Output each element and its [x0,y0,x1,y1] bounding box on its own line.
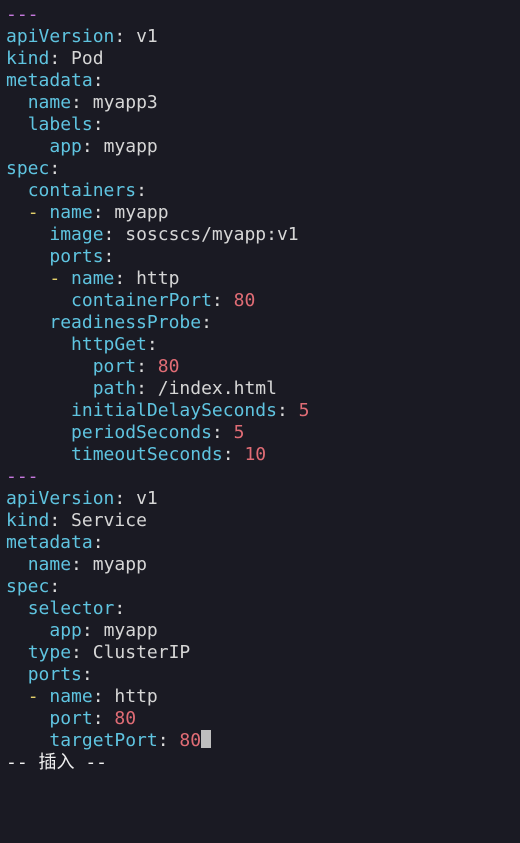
yaml-value: soscscs/myapp:v1 [125,224,298,245]
yaml-value: myapp [104,136,158,157]
yaml-key: path [93,378,136,399]
yaml-key: port [49,708,92,729]
yaml-value: myapp [114,202,168,223]
yaml-value: 80 [179,730,201,751]
yaml-key: metadata [6,70,93,91]
yaml-key: type [28,642,71,663]
yaml-key: name [28,92,71,113]
yaml-key: labels [28,114,93,135]
yaml-key: app [49,620,82,641]
yaml-value: 10 [244,444,266,465]
yaml-key: containers [28,180,136,201]
yaml-key: apiVersion [6,488,114,509]
yaml-value: myapp [93,554,147,575]
yaml-value: /index.html [158,378,277,399]
yaml-value: http [136,268,179,289]
yaml-key: periodSeconds [71,422,212,443]
dash-icon: - [28,686,39,707]
vim-status-line: -- 插入 -- [6,752,107,773]
cursor-icon [201,730,211,748]
editor-buffer[interactable]: --- apiVersion: v1 kind: Pod metadata: n… [0,0,520,778]
yaml-value: myapp3 [93,92,158,113]
yaml-key: name [71,268,114,289]
yaml-key: ports [49,246,103,267]
yaml-value: Pod [71,48,104,69]
yaml-value: http [114,686,157,707]
yaml-key: name [49,686,92,707]
yaml-value: ClusterIP [93,642,191,663]
yaml-key: selector [28,598,115,619]
yaml-key: app [49,136,82,157]
yaml-value: 5 [299,400,310,421]
yaml-key: timeoutSeconds [71,444,223,465]
yaml-key: image [49,224,103,245]
yaml-key: initialDelaySeconds [71,400,277,421]
yaml-key: kind [6,48,49,69]
yaml-value: v1 [136,488,158,509]
yaml-key: apiVersion [6,26,114,47]
yaml-key: kind [6,510,49,531]
doc-separator: --- [6,4,39,25]
yaml-value: Service [71,510,147,531]
dash-icon: - [28,202,39,223]
yaml-value: myapp [104,620,158,641]
yaml-key: name [49,202,92,223]
yaml-value: 80 [158,356,180,377]
yaml-key: port [93,356,136,377]
yaml-key: ports [28,664,82,685]
yaml-value: v1 [136,26,158,47]
doc-separator: --- [6,466,39,487]
yaml-key: spec [6,158,49,179]
yaml-value: 5 [234,422,245,443]
yaml-key: containerPort [71,290,212,311]
dash-icon: - [49,268,60,289]
yaml-key: name [28,554,71,575]
yaml-key: spec [6,576,49,597]
yaml-value: 80 [234,290,256,311]
yaml-key: httpGet [71,334,147,355]
yaml-key: targetPort [49,730,157,751]
yaml-value: 80 [114,708,136,729]
yaml-key: metadata [6,532,93,553]
yaml-key: readinessProbe [49,312,201,333]
